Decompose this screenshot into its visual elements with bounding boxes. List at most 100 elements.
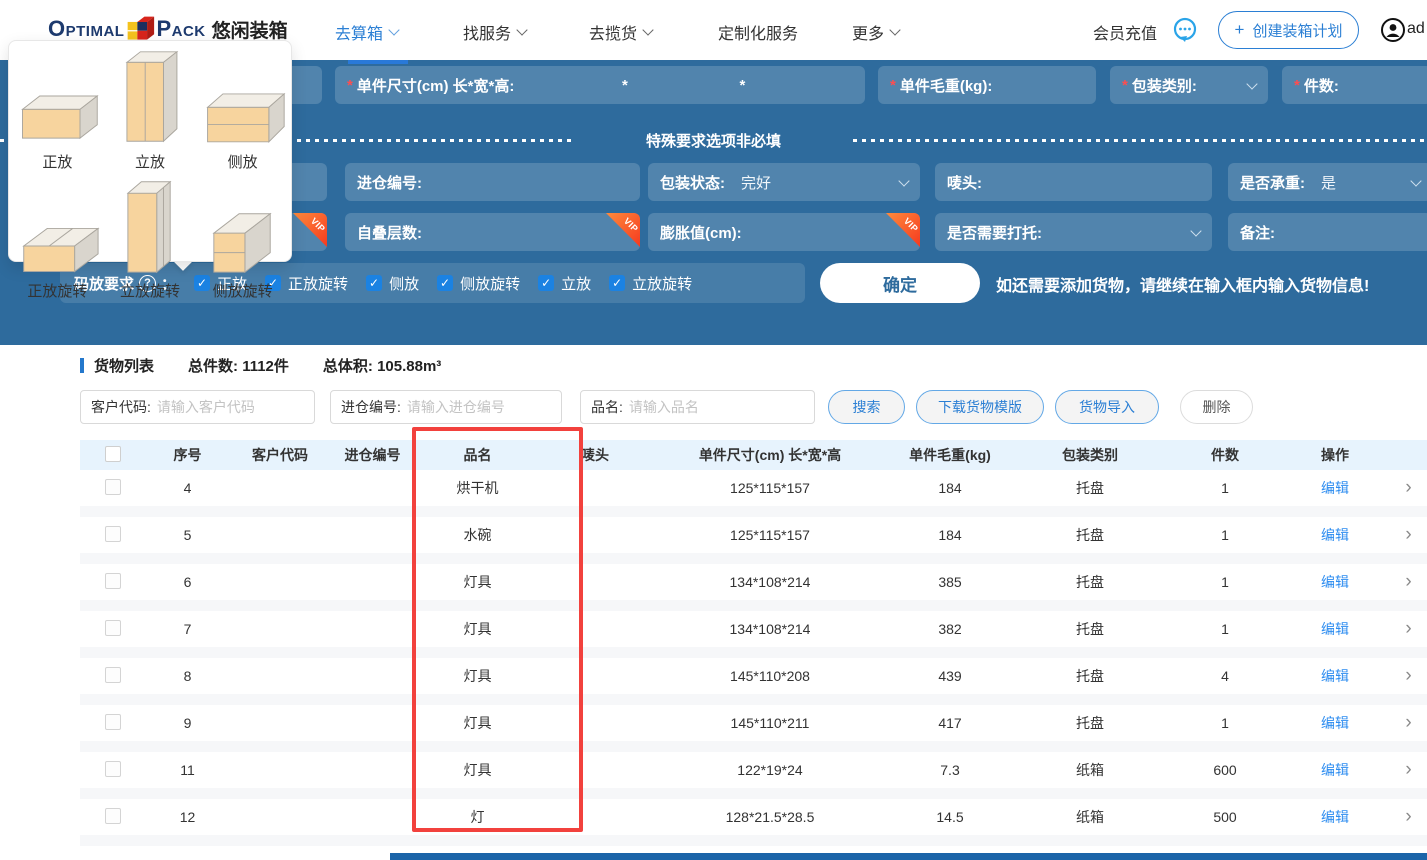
field-warehouse-no[interactable]: 进仓编号:: [345, 163, 640, 201]
orientation-option-flat-rotated[interactable]: 正放旋转: [11, 176, 104, 305]
nav-item-calc-box[interactable]: 去算箱: [335, 20, 400, 44]
search-button[interactable]: 搜索: [828, 390, 905, 424]
confirm-button[interactable]: 确定: [820, 263, 980, 303]
stacking-checkbox-立放旋转[interactable]: ✓: [609, 275, 626, 291]
stacking-checkbox-侧放[interactable]: ✓: [366, 275, 383, 291]
row-expand-chevron[interactable]: ›: [1405, 806, 1411, 827]
row-checkbox[interactable]: [104, 760, 121, 777]
row-checkbox[interactable]: [104, 666, 121, 683]
add-cargo-hint: 如还需要添加货物，请继续在输入框内输入货物信息!: [996, 278, 1370, 295]
cell-qty: 1: [1221, 527, 1229, 543]
nav-item-find-service[interactable]: 找服务: [463, 20, 528, 44]
row-expand-chevron[interactable]: ›: [1405, 477, 1411, 498]
nav-item-custom-service[interactable]: 定制化服务: [718, 20, 798, 44]
cell-seq: 6: [183, 574, 192, 590]
row-expand-chevron[interactable]: ›: [1405, 665, 1411, 686]
chevron-down-icon: [1190, 224, 1202, 237]
table-row: 6 灯具 134*108*214 385 托盘 1 编辑 ›: [80, 564, 1427, 600]
download-template-button[interactable]: 下载货物模版: [916, 390, 1044, 424]
cell-weight: 382: [938, 621, 962, 637]
field-unit-size[interactable]: * 单件尺寸(cm) 长*宽*高: * *: [335, 66, 865, 104]
field-package-status[interactable]: 包装状态: 完好: [648, 163, 920, 201]
product-name-input[interactable]: [628, 399, 804, 415]
cell-weight: 385: [938, 574, 962, 590]
vip-badge: VIP: [606, 213, 640, 247]
table-row: 11 灯具 122*19*24 7.3 纸箱 600 编辑 ›: [80, 752, 1427, 788]
field-shipping-mark[interactable]: 唛头:: [935, 163, 1212, 201]
username-label[interactable]: ad: [1407, 20, 1425, 38]
table-row: 4 烘干机 125*115*157 184 托盘 1 编辑 ›: [80, 470, 1427, 506]
warehouse-no-search: 进仓编号:: [330, 390, 562, 424]
row-checkbox[interactable]: [104, 525, 121, 542]
orientation-option-side-rotated[interactable]: 侧放旋转: [196, 176, 289, 305]
chevron-down-icon: [1246, 77, 1258, 90]
edit-link[interactable]: 编辑: [1321, 762, 1349, 778]
stacking-checkbox-label: 立放: [561, 275, 592, 293]
cell-name: 灯具: [463, 621, 492, 637]
logo-text-suffix: 悠闲装箱: [211, 20, 288, 42]
cell-qty: 1: [1221, 480, 1229, 496]
box-side-icon: [205, 92, 286, 143]
row-checkbox[interactable]: [104, 807, 121, 824]
field-load-bearing[interactable]: 是否承重: 是: [1228, 163, 1427, 201]
cell-package: 托盘: [1076, 480, 1104, 496]
orientation-option-flat[interactable]: 正放: [11, 47, 104, 176]
row-checkbox[interactable]: [104, 572, 121, 589]
cargo-import-button[interactable]: 货物导入: [1055, 390, 1159, 424]
chevron-down-icon: [1410, 174, 1422, 187]
cell-package: 纸箱: [1076, 809, 1104, 825]
delete-button[interactable]: 删除: [1180, 390, 1253, 424]
edit-link[interactable]: 编辑: [1321, 574, 1349, 590]
stacking-checkbox-立放[interactable]: ✓: [538, 275, 555, 291]
active-nav-indicator: [348, 60, 408, 64]
stacking-checkbox-侧放旋转[interactable]: ✓: [437, 275, 454, 291]
field-package-type[interactable]: * 包装类别:: [1110, 66, 1268, 104]
field-unit-weight[interactable]: * 单件毛重(kg):: [878, 66, 1096, 104]
vip-badge: VIP: [293, 213, 327, 247]
orientation-option-side[interactable]: 侧放: [196, 47, 289, 176]
nav-item-more[interactable]: 更多: [852, 20, 901, 44]
select-all-checkbox[interactable]: [104, 445, 121, 462]
edit-link[interactable]: 编辑: [1321, 668, 1349, 684]
header-weight: 单件毛重(kg): [909, 447, 991, 463]
member-recharge-link[interactable]: 会员充值: [1093, 20, 1157, 44]
box-upright-rotated-icon: [126, 180, 172, 274]
edit-link[interactable]: 编辑: [1321, 621, 1349, 637]
row-separator: [80, 506, 1427, 517]
row-checkbox[interactable]: [104, 478, 121, 495]
box-flat-rotated-icon: [22, 227, 100, 273]
edit-link[interactable]: 编辑: [1321, 715, 1349, 731]
chat-bubble-icon[interactable]: [1172, 17, 1199, 44]
row-expand-chevron[interactable]: ›: [1405, 712, 1411, 733]
orientation-option-upright[interactable]: 立放: [104, 47, 197, 176]
create-packing-plan-button[interactable]: + 创建装箱计划: [1218, 11, 1359, 49]
field-need-pallet[interactable]: 是否需要打托:: [935, 213, 1212, 251]
edit-link[interactable]: 编辑: [1321, 480, 1349, 496]
header-operation: 操作: [1321, 447, 1349, 463]
row-expand-chevron[interactable]: ›: [1405, 524, 1411, 545]
package-status-value: 完好: [741, 174, 772, 192]
field-quantity[interactable]: * 件数:: [1282, 66, 1427, 104]
nav-item-pickup[interactable]: 去揽货: [589, 20, 654, 44]
row-expand-chevron[interactable]: ›: [1405, 618, 1411, 639]
customer-code-input[interactable]: [156, 399, 304, 415]
field-expansion-value[interactable]: 膨胀值(cm): VIP: [648, 213, 920, 251]
cell-seq: 5: [183, 527, 192, 543]
orientation-option-upright-rotated[interactable]: 立放旋转: [104, 176, 197, 305]
row-expand-chevron[interactable]: ›: [1405, 759, 1411, 780]
edit-link[interactable]: 编辑: [1321, 809, 1349, 825]
header-warehouse: 进仓编号: [344, 447, 401, 463]
row-checkbox[interactable]: [104, 713, 121, 730]
field-remark[interactable]: 备注:: [1228, 213, 1427, 251]
row-checkbox[interactable]: [104, 619, 121, 636]
product-name-search: 品名:: [580, 390, 815, 424]
cell-seq: 9: [183, 715, 192, 731]
row-expand-chevron[interactable]: ›: [1405, 571, 1411, 592]
field-stack-layers[interactable]: 自叠层数: VIP: [345, 213, 640, 251]
avatar-icon[interactable]: [1381, 18, 1405, 42]
cell-package: 托盘: [1076, 715, 1104, 731]
warehouse-no-input[interactable]: [406, 399, 551, 415]
cell-qty: 500: [1213, 809, 1237, 825]
chevron-down-icon: [516, 24, 528, 36]
edit-link[interactable]: 编辑: [1321, 527, 1349, 543]
